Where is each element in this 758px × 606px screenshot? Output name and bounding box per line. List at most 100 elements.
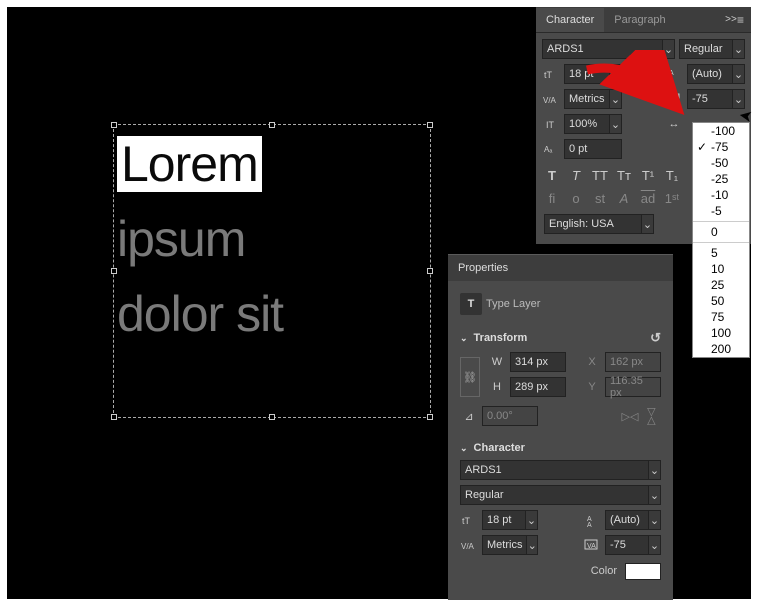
svg-text:VA: VA xyxy=(587,543,596,550)
prop-kerning-icon: V/A xyxy=(460,538,478,552)
ot-discretionary-toggle[interactable]: st xyxy=(592,191,608,206)
font-style-dd-icon[interactable]: ⌄ xyxy=(733,39,745,59)
prop-leading-dd-icon[interactable]: ⌄ xyxy=(649,510,661,530)
leading-field[interactable]: (Auto) xyxy=(687,64,733,84)
prop-font-size-dd-icon[interactable]: ⌄ xyxy=(526,510,538,530)
ot-ordinals-toggle[interactable]: 1ˢᵗ xyxy=(664,191,680,206)
tracking-opt-n10[interactable]: -10 xyxy=(693,187,749,203)
h-label: H xyxy=(488,381,506,393)
ot-ligature-toggle[interactable]: fi xyxy=(544,191,560,206)
link-wh-icon[interactable]: ⛓ xyxy=(460,357,480,397)
ot-contextual-toggle[interactable]: o xyxy=(568,191,584,206)
prop-font-size-field[interactable]: 18 pt xyxy=(482,510,526,530)
kerning-icon: V/A xyxy=(542,92,560,106)
baseline-icon: Aₐ xyxy=(542,142,560,156)
y-label: Y xyxy=(583,381,601,393)
transform-section-heading: Transform xyxy=(474,332,528,344)
top-tracking-field[interactable]: -75 xyxy=(687,89,733,109)
y-field: 116.35 px xyxy=(605,377,661,397)
svg-text:V/A: V/A xyxy=(461,542,475,551)
language-field[interactable]: English: USA xyxy=(544,214,642,234)
prop-kerning-dd-icon[interactable]: ⌄ xyxy=(527,535,538,555)
smallcaps-toggle[interactable]: Tᴛ xyxy=(616,168,632,183)
font-family-dd-icon[interactable]: ⌄ xyxy=(663,39,675,59)
type-layer-icon: T xyxy=(460,293,482,315)
font-family-field[interactable]: ARDS1 xyxy=(542,39,663,59)
flip-v-icon[interactable]: ▷◁ xyxy=(646,407,659,425)
tab-paragraph[interactable]: Paragraph xyxy=(604,8,675,32)
prop-tracking-icon: VA xyxy=(583,538,601,552)
text-layer[interactable]: Lorem ipsum dolor sit xyxy=(117,127,283,352)
tab-properties[interactable]: Properties xyxy=(458,262,508,274)
prop-font-family-dd-icon[interactable]: ⌄ xyxy=(649,460,661,480)
vscale-field[interactable]: 100% xyxy=(564,114,610,134)
tab-character[interactable]: Character xyxy=(536,8,604,32)
kerning-field[interactable]: Metrics xyxy=(564,89,610,109)
prop-leading-field[interactable]: (Auto) xyxy=(605,510,649,530)
allcaps-toggle[interactable]: TT xyxy=(592,168,608,183)
prop-leading-icon: AA xyxy=(583,513,601,527)
tracking-opt-200[interactable]: 200 xyxy=(693,341,749,357)
font-size-field[interactable]: 18 pt xyxy=(564,64,610,84)
tracking-opt-n5[interactable]: -5 xyxy=(693,203,749,219)
x-label: X xyxy=(583,356,601,368)
prop-color-swatch[interactable] xyxy=(625,563,661,580)
subscript-toggle[interactable]: T₁ xyxy=(664,168,680,183)
svg-text:IT: IT xyxy=(546,120,555,130)
svg-text:tT: tT xyxy=(462,516,471,526)
prop-font-family-field[interactable]: ARDS1 xyxy=(460,460,649,480)
w-label: W xyxy=(488,356,506,368)
transform-section-chevron-icon[interactable]: ⌄ xyxy=(460,333,468,344)
collapse-panel-icon[interactable]: >> xyxy=(725,14,737,25)
italic-toggle[interactable]: T xyxy=(568,168,584,183)
svg-text:V/A: V/A xyxy=(543,96,557,105)
prop-font-size-icon: tT xyxy=(460,513,478,527)
font-size-icon: tT xyxy=(542,67,560,81)
tracking-opt-n50[interactable]: -50 xyxy=(693,155,749,171)
tracking-opt-50[interactable]: 50 xyxy=(693,293,749,309)
font-style-field[interactable]: Regular xyxy=(679,39,733,59)
mouse-cursor-icon: ➤ xyxy=(737,105,754,127)
tracking-opt-100[interactable]: 100 xyxy=(693,325,749,341)
ot-stylistic-toggle[interactable]: ad xyxy=(640,191,656,206)
tracking-opt-75[interactable]: 75 xyxy=(693,309,749,325)
svg-text:A: A xyxy=(669,76,674,81)
tracking-icon: VA xyxy=(665,92,683,106)
superscript-toggle[interactable]: T¹ xyxy=(640,168,656,183)
panel-menu-icon[interactable]: ≡ xyxy=(737,13,751,27)
ot-swash-toggle[interactable]: A xyxy=(616,191,632,206)
character-section-chevron-icon[interactable]: ⌄ xyxy=(460,443,468,454)
tracking-opt-0[interactable]: 0 xyxy=(693,224,749,240)
prop-tracking-dd-icon[interactable]: ⌄ xyxy=(649,535,661,555)
leading-icon: AA xyxy=(665,67,683,81)
prop-kerning-field[interactable]: Metrics xyxy=(482,535,527,555)
kerning-dd-icon[interactable]: ⌄ xyxy=(610,89,622,109)
flip-h-icon[interactable]: ▷◁ xyxy=(621,410,639,423)
tracking-opt-n75[interactable]: -75 xyxy=(693,139,749,155)
prop-font-style-field[interactable]: Regular xyxy=(460,485,649,505)
reset-transform-icon[interactable]: ↺ xyxy=(650,330,661,346)
height-field[interactable]: 289 px xyxy=(510,377,566,397)
unselected-text-line1[interactable]: ipsum xyxy=(117,211,245,267)
prop-tracking-field[interactable]: -75 xyxy=(605,535,649,555)
font-size-dd-icon[interactable]: ⌄ xyxy=(610,64,622,84)
baseline-field[interactable]: 0 pt xyxy=(564,139,622,159)
bold-toggle[interactable]: T xyxy=(544,168,560,183)
character-section-heading: Character xyxy=(474,442,525,454)
hscale-icon: ↔ xyxy=(665,118,683,130)
angle-field: 0.00° xyxy=(482,406,538,426)
tracking-opt-10[interactable]: 10 xyxy=(693,261,749,277)
tracking-opt-5[interactable]: 5 xyxy=(693,245,749,261)
angle-icon: ⊿ xyxy=(460,410,478,423)
width-field[interactable]: 314 px xyxy=(510,352,566,372)
selected-text[interactable]: Lorem xyxy=(117,136,262,192)
tracking-opt-n25[interactable]: -25 xyxy=(693,171,749,187)
tracking-dropdown-list[interactable]: -100 -75 -50 -25 -10 -5 0 5 10 25 50 75 … xyxy=(692,122,750,358)
language-dd-icon[interactable]: ⌄ xyxy=(642,214,654,234)
vscale-dd-icon[interactable]: ⌄ xyxy=(610,114,622,134)
tracking-opt-25[interactable]: 25 xyxy=(693,277,749,293)
leading-dd-icon[interactable]: ⌄ xyxy=(733,64,745,84)
prop-font-style-dd-icon[interactable]: ⌄ xyxy=(649,485,661,505)
svg-text:VA: VA xyxy=(669,97,678,104)
unselected-text-line2[interactable]: dolor sit xyxy=(117,286,283,342)
